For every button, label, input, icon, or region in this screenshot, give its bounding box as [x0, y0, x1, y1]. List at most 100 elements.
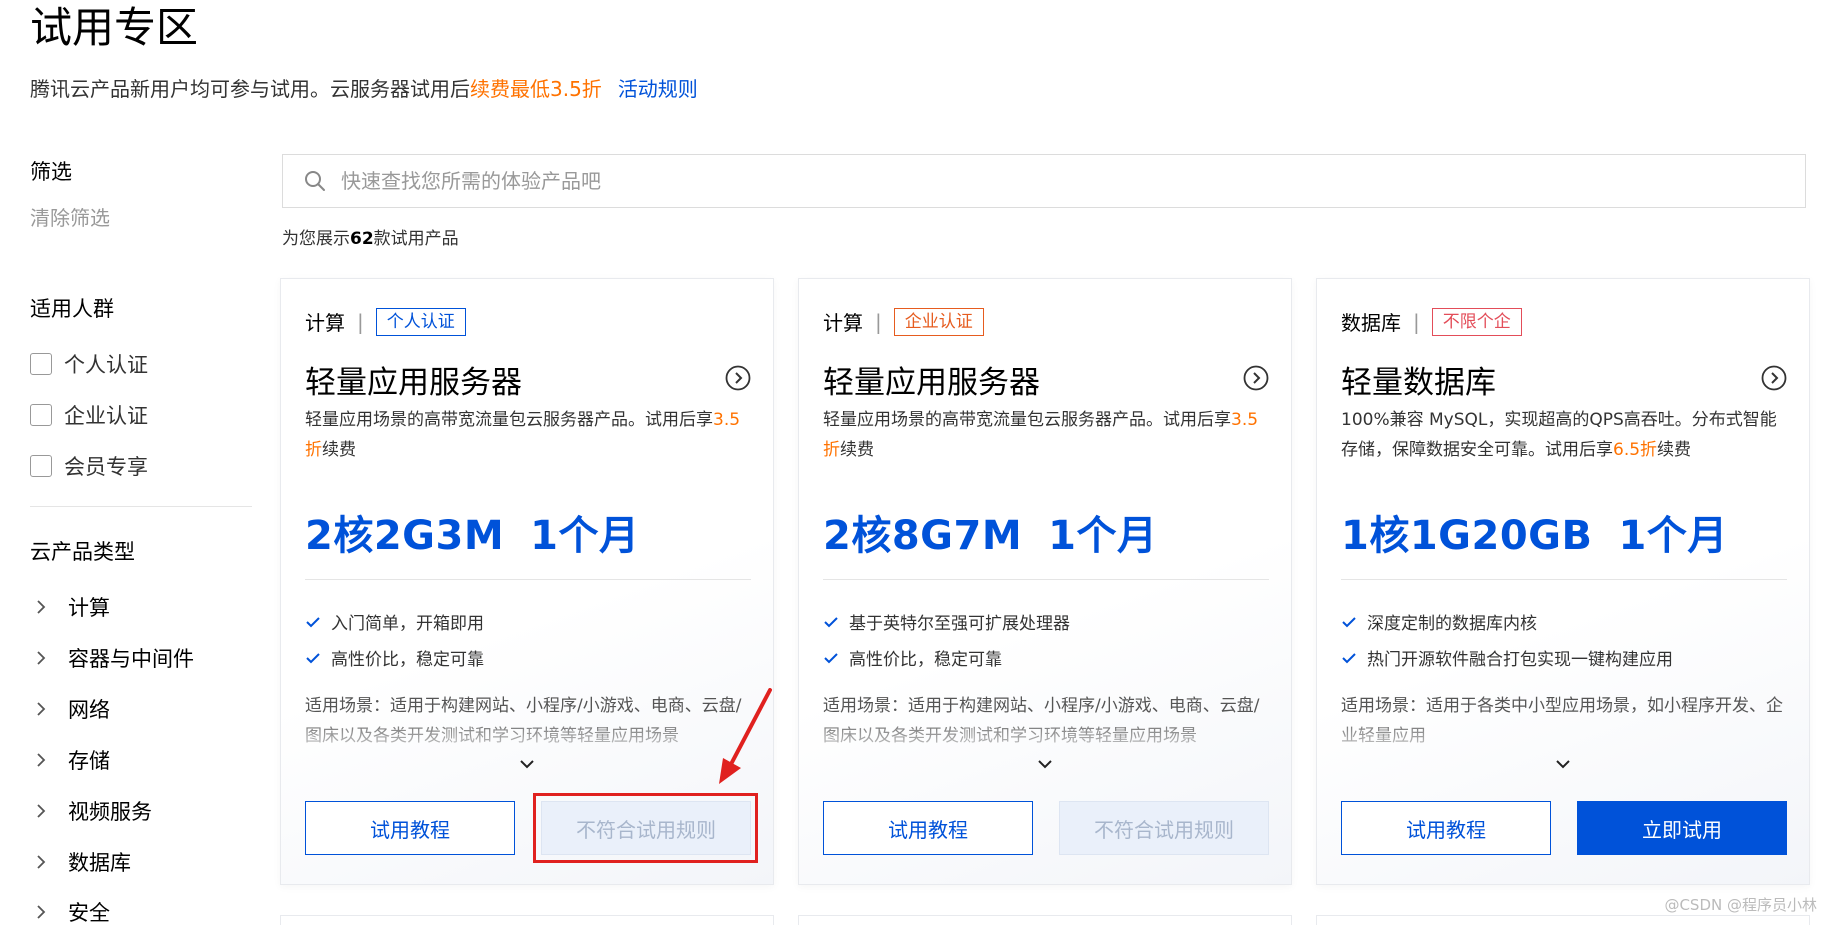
desc-text: 轻量应用场景的高带宽流量包云服务器产品。试用后享 [305, 410, 713, 430]
page-subtitle: 腾讯云产品新用户均可参与试用。云服务器试用后续费最低3.5折 活动规则 [30, 74, 698, 104]
chevron-right-icon [37, 753, 46, 767]
chevron-right-icon [37, 804, 46, 818]
card-spec: 2核2G3M 1个月 [305, 503, 639, 561]
sidebar-item-container[interactable]: 容器与中间件 [34, 643, 194, 673]
checkbox-label: 会员专享 [64, 455, 148, 479]
card-badge: 个人认证 [375, 307, 466, 336]
spec-config: 2核2G3M [305, 513, 505, 559]
search-icon [305, 171, 325, 191]
product-card: 计算 | 企业认证 轻量应用服务器 轻量应用场景的高带宽流量包云服务器产品。试用… [798, 278, 1292, 885]
product-card-next-row [798, 915, 1292, 925]
card-divider [823, 579, 1269, 580]
card-scene: 适用场景：适用于构建网站、小程序/小游戏、电商、云盘/图床以及各类开发测试和学习… [305, 696, 742, 746]
product-card-next-row [1316, 915, 1810, 925]
not-eligible-button[interactable]: 不符合试用规则 [1059, 801, 1269, 855]
sidebar-item-database[interactable]: 数据库 [34, 847, 131, 877]
card-category: 计算 [305, 311, 345, 335]
card-divider [305, 579, 751, 580]
tag-separator: | [357, 309, 364, 334]
audience-option-personal[interactable]: 个人认证 [30, 349, 148, 379]
card-scene: 适用场景：适用于构建网站、小程序/小游戏、电商、云盘/图床以及各类开发测试和学习… [823, 696, 1260, 746]
desc-text-end: 续费 [840, 440, 874, 460]
product-card-next-row [280, 915, 774, 925]
audience-option-member[interactable]: 会员专享 [30, 451, 148, 481]
sidebar-item-compute[interactable]: 计算 [34, 592, 110, 622]
chevron-right-icon [37, 905, 46, 919]
card-spec: 1核1G20GB 1个月 [1341, 503, 1728, 561]
feature-item: 基于英特尔至强可扩展处理器 [823, 609, 1070, 634]
sidebar-item-security[interactable]: 安全 [34, 897, 110, 927]
rules-link[interactable]: 活动规则 [618, 77, 698, 101]
result-count-suffix: 款试用产品 [373, 229, 459, 249]
card-divider [1341, 579, 1787, 580]
checkbox-label: 企业认证 [64, 404, 148, 428]
check-icon [824, 616, 838, 627]
audience-option-enterprise[interactable]: 企业认证 [30, 400, 148, 430]
feature-text: 深度定制的数据库内核 [1367, 614, 1537, 634]
card-category: 数据库 [1341, 311, 1401, 335]
sidebar-item-label: 计算 [68, 596, 110, 620]
sidebar-item-label: 容器与中间件 [68, 647, 194, 671]
sidebar-item-storage[interactable]: 存储 [34, 745, 110, 775]
spec-duration: 1个月 [530, 513, 640, 559]
search-input[interactable] [339, 168, 1743, 194]
feature-item: 入门简单，开箱即用 [305, 609, 484, 634]
card-badge: 不限个企 [1431, 307, 1522, 336]
sidebar-item-network[interactable]: 网络 [34, 694, 110, 724]
tag-separator: | [1413, 309, 1420, 334]
feature-text: 高性价比，稳定可靠 [331, 650, 484, 670]
tutorial-button[interactable]: 试用教程 [305, 801, 515, 855]
page-title: 试用专区 [30, 3, 199, 52]
sidebar-item-label: 网络 [68, 698, 110, 722]
category-title: 云产品类型 [30, 540, 135, 564]
checkbox[interactable] [30, 404, 52, 426]
sidebar-item-label: 视频服务 [68, 800, 152, 824]
desc-text-end: 续费 [1657, 440, 1692, 460]
chevron-right-icon [37, 855, 46, 869]
check-icon [1342, 652, 1356, 663]
tutorial-button[interactable]: 试用教程 [823, 801, 1033, 855]
clear-filter-link[interactable]: 清除筛选 [30, 202, 110, 231]
sidebar-item-label: 存储 [68, 749, 110, 773]
check-icon [824, 652, 838, 663]
feature-text: 热门开源软件融合打包实现一键构建应用 [1367, 650, 1673, 670]
feature-item: 热门开源软件融合打包实现一键构建应用 [1341, 645, 1673, 670]
filter-title: 筛选 [30, 160, 72, 184]
desc-text: 轻量应用场景的高带宽流量包云服务器产品。试用后享 [823, 410, 1231, 430]
result-count: 为您展示62款试用产品 [282, 224, 459, 249]
subtitle-text: 腾讯云产品新用户均可参与试用。云服务器试用后 [30, 77, 470, 101]
checkbox[interactable] [30, 455, 52, 477]
card-spec: 2核8G7M 1个月 [823, 503, 1157, 561]
spec-duration: 1个月 [1048, 513, 1158, 559]
annotation-arrow-icon [719, 688, 772, 784]
chevron-right-icon [37, 651, 46, 665]
search-box[interactable] [282, 154, 1806, 208]
circle-arrow-right-icon[interactable] [725, 365, 751, 391]
feature-item: 高性价比，稳定可靠 [305, 645, 484, 670]
card-description: 轻量应用场景的高带宽流量包云服务器产品。试用后享3.5折续费 [305, 405, 751, 465]
sidebar-item-label: 数据库 [68, 851, 131, 875]
check-icon [306, 652, 320, 663]
checkbox[interactable] [30, 353, 52, 375]
spec-duration: 1个月 [1618, 513, 1728, 559]
sidebar-divider [30, 506, 252, 507]
circle-arrow-right-icon[interactable] [1243, 365, 1269, 391]
tutorial-button[interactable]: 试用教程 [1341, 801, 1551, 855]
sidebar-item-video[interactable]: 视频服务 [34, 796, 152, 826]
spec-config: 1核1G20GB [1341, 513, 1593, 559]
desc-text: 100%兼容 MySQL，实现超高的QPS高吞吐。分布式智能存储，保障数据安全可… [1341, 410, 1777, 460]
feature-text: 基于英特尔至强可扩展处理器 [849, 614, 1070, 634]
chevron-down-icon[interactable] [1554, 755, 1572, 773]
tag-separator: | [875, 309, 882, 334]
circle-arrow-right-icon[interactable] [1761, 365, 1787, 391]
result-count-prefix: 为您展示 [282, 229, 350, 249]
chevron-down-icon[interactable] [1036, 755, 1054, 773]
watermark: @CSDN @程序员小林 [1664, 896, 1817, 914]
card-scene: 适用场景：适用于各类中小型应用场景，如小程序开发、企业轻量应用 [1341, 696, 1783, 746]
card-description: 轻量应用场景的高带宽流量包云服务器产品。试用后享3.5折续费 [823, 405, 1269, 465]
try-now-button[interactable]: 立即试用 [1577, 801, 1787, 855]
feature-text: 入门简单，开箱即用 [331, 614, 484, 634]
check-icon [306, 616, 320, 627]
feature-item: 深度定制的数据库内核 [1341, 609, 1537, 634]
chevron-down-icon[interactable] [518, 755, 536, 773]
